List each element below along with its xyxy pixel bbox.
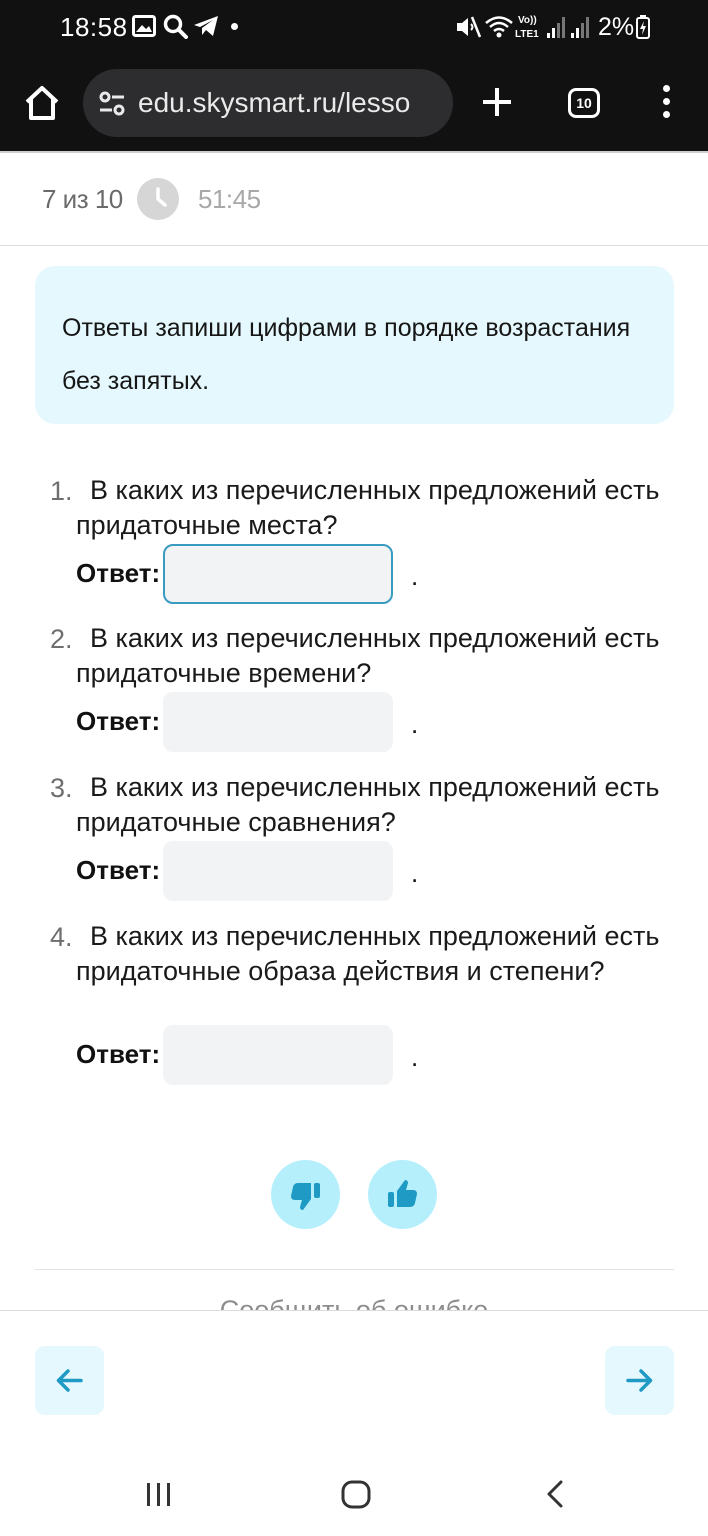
status-bar: 18:58 Vo)) LTE1 2% bbox=[0, 0, 708, 55]
browser-toolbar: edu.skysmart.ru/lesso 10 bbox=[0, 55, 708, 151]
report-error-link[interactable]: Сообщить об ошибке bbox=[0, 1293, 708, 1311]
like-button[interactable] bbox=[368, 1160, 437, 1229]
next-task-button[interactable] bbox=[605, 1346, 674, 1415]
thumbs-down-icon bbox=[291, 1183, 320, 1210]
answer-input-1[interactable] bbox=[163, 544, 393, 604]
new-tab-icon[interactable] bbox=[480, 85, 514, 119]
thumbs-up-icon bbox=[388, 1180, 417, 1207]
answer-suffix: . bbox=[411, 1042, 419, 1072]
signal-1-icon bbox=[547, 17, 565, 38]
question-text: В каких из перечисленных предложений ест… bbox=[76, 475, 660, 540]
answer-input-3[interactable] bbox=[163, 841, 393, 901]
mute-icon bbox=[457, 16, 481, 38]
tab-switcher-button[interactable]: 10 bbox=[568, 88, 600, 118]
system-back-icon[interactable] bbox=[543, 1478, 567, 1510]
arrow-right-icon bbox=[626, 1369, 653, 1392]
answer-label: Ответ: bbox=[76, 855, 161, 885]
footer-divider bbox=[0, 1310, 708, 1311]
svg-text:LTE1: LTE1 bbox=[515, 29, 539, 40]
answer-suffix: . bbox=[411, 858, 419, 888]
timer: 51:45 bbox=[198, 184, 261, 214]
answer-input-2[interactable] bbox=[163, 692, 393, 752]
search-icon bbox=[163, 14, 188, 39]
battery-charging-icon bbox=[636, 15, 650, 39]
site-settings-icon[interactable] bbox=[97, 89, 127, 119]
task-position: 7 из 10 bbox=[42, 184, 123, 214]
instruction-text: Ответы запиши цифрами в порядке возраста… bbox=[62, 314, 631, 395]
system-home-icon[interactable] bbox=[340, 1478, 372, 1510]
arrow-left-icon bbox=[56, 1369, 83, 1392]
signal-2-icon bbox=[571, 17, 589, 38]
status-time: 18:58 bbox=[60, 12, 128, 42]
answer-label: Ответ: bbox=[76, 706, 161, 736]
clock-icon bbox=[137, 178, 179, 220]
answer-suffix: . bbox=[411, 561, 419, 591]
question-number: 3. bbox=[50, 773, 73, 803]
question-number: 2. bbox=[50, 624, 73, 654]
gallery-icon bbox=[132, 15, 156, 37]
answer-label: Ответ: bbox=[76, 1039, 161, 1069]
more-menu-icon[interactable] bbox=[663, 85, 671, 121]
svg-text:Vo)): Vo)) bbox=[518, 15, 537, 26]
dislike-button[interactable] bbox=[271, 1160, 340, 1229]
address-bar[interactable]: edu.skysmart.ru/lesso bbox=[83, 69, 453, 137]
volte-lte-icon: Vo)) LTE1 bbox=[515, 15, 539, 40]
content-divider bbox=[35, 1269, 674, 1270]
wifi-icon bbox=[485, 16, 513, 38]
answer-suffix: . bbox=[411, 709, 419, 739]
lesson-progress-header: 7 из 10 51:45 bbox=[0, 153, 708, 246]
recent-apps-icon[interactable] bbox=[145, 1478, 173, 1510]
previous-task-button[interactable] bbox=[35, 1346, 104, 1415]
url-text[interactable]: edu.skysmart.ru/lesso bbox=[138, 87, 410, 119]
question-number: 4. bbox=[50, 922, 73, 952]
question-number: 1. bbox=[50, 476, 73, 506]
telegram-icon bbox=[194, 16, 218, 36]
question-text: В каких из перечисленных предложений ест… bbox=[76, 623, 660, 688]
answer-input-4[interactable] bbox=[163, 1025, 393, 1085]
question-text: В каких из перечисленных предложений ест… bbox=[76, 921, 660, 986]
question-text: В каких из перечисленных предложений ест… bbox=[76, 772, 660, 837]
answer-label: Ответ: bbox=[76, 558, 161, 588]
report-error-text[interactable]: Сообщить об ошибке bbox=[220, 1295, 489, 1311]
instruction-box: Ответы запиши цифрами в порядке возраста… bbox=[35, 266, 674, 424]
home-icon[interactable] bbox=[22, 83, 62, 123]
notification-dot bbox=[231, 23, 238, 30]
battery-percent: 2% bbox=[598, 13, 635, 41]
